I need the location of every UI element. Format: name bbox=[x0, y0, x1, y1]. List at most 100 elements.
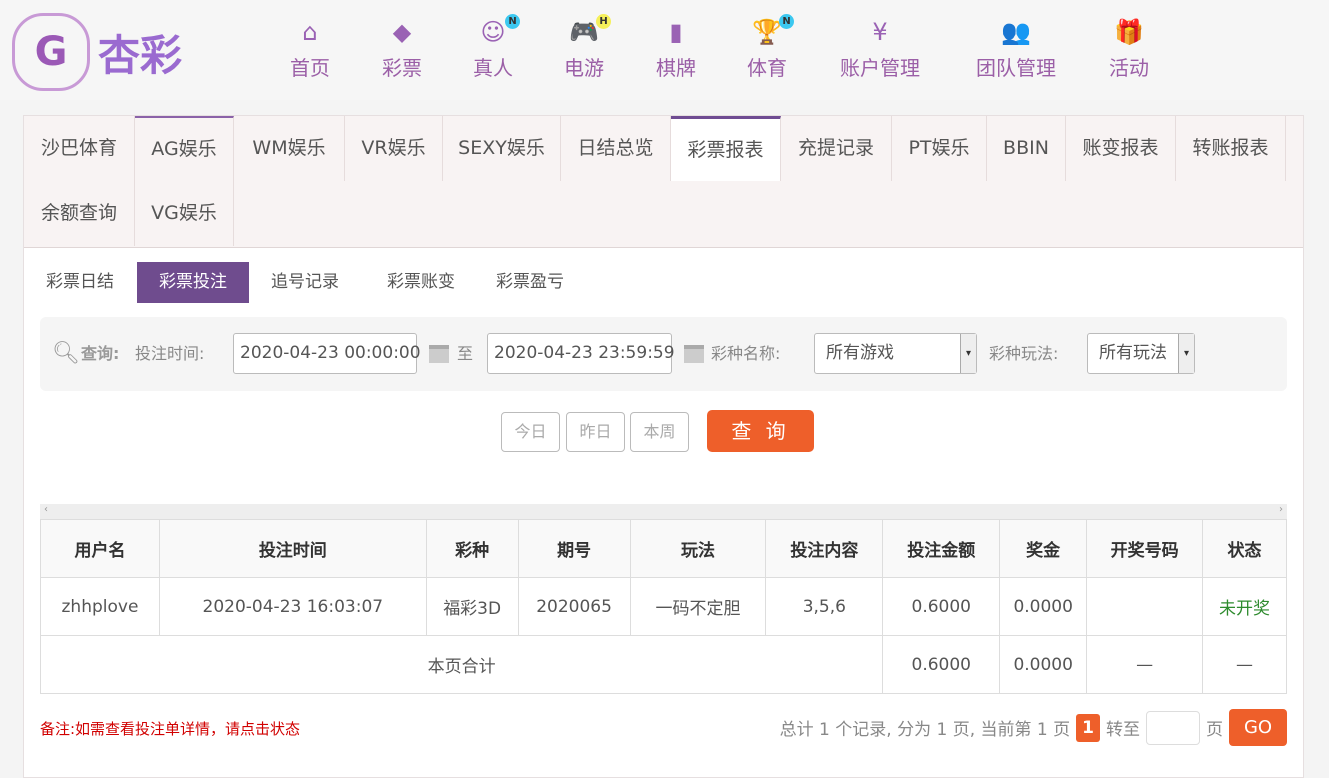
play-label: 彩种玩法: bbox=[989, 344, 1059, 363]
column-header: 用户名 bbox=[40, 519, 160, 578]
total-bonus: 0.0000 bbox=[999, 635, 1088, 694]
lottery-select-value: 所有游戏 bbox=[826, 343, 894, 363]
scroll-left-icon[interactable]: ‹ bbox=[44, 504, 48, 515]
status-link[interactable]: 未开奖 bbox=[1202, 577, 1287, 636]
scroll-right-icon[interactable]: › bbox=[1279, 504, 1283, 515]
chevron-down-icon: ▾ bbox=[1178, 334, 1194, 373]
badge: H bbox=[596, 14, 611, 29]
calendar-icon[interactable] bbox=[429, 345, 449, 363]
logo-text: 杏彩 bbox=[98, 30, 183, 80]
tab[interactable]: 日结总览 bbox=[561, 116, 671, 181]
total-label: 本页合计 bbox=[39, 635, 884, 694]
tab[interactable]: VG娱乐 bbox=[135, 181, 234, 246]
subtab[interactable]: 彩票投注 bbox=[137, 262, 249, 303]
lottery-select[interactable]: 所有游戏 ▾ bbox=[814, 333, 977, 374]
subtab[interactable]: 追号记录 bbox=[254, 262, 356, 303]
search-icon: 🔍︎ bbox=[52, 341, 80, 366]
current-page[interactable]: 1 bbox=[1076, 713, 1100, 742]
search-button[interactable]: 查 询 bbox=[707, 410, 814, 452]
column-header: 投注时间 bbox=[158, 519, 427, 578]
time-label: 投注时间: bbox=[135, 344, 205, 363]
report-tabs: 沙巴体育 AG娱乐 WM娱乐 VR娱乐 SEXY娱乐 日结总览 彩票报表 充提记录 PT娱乐 BB… bbox=[24, 116, 1303, 248]
filter-bar: 🔍︎ 查询: 投注时间: 2020-04-23 00:00:00 至 2020-… bbox=[40, 317, 1287, 391]
ticket-icon: ◆ bbox=[392, 18, 412, 46]
horizontal-scrollbar[interactable]: ‹ › bbox=[40, 504, 1287, 520]
nav-label: 彩票 bbox=[382, 56, 422, 80]
tab[interactable]: SEXY娱乐 bbox=[443, 116, 561, 181]
tab[interactable]: BBIN bbox=[987, 116, 1066, 181]
column-header: 奖金 bbox=[999, 519, 1088, 578]
nav-label: 棋牌 bbox=[656, 56, 696, 80]
nav-label: 活动 bbox=[1109, 56, 1149, 80]
subtab[interactable]: 彩票账变 bbox=[366, 262, 476, 303]
nav-item[interactable]: 🎮 H 电游 bbox=[564, 14, 611, 81]
live-dealer-icon: ☺ N bbox=[478, 14, 520, 46]
total-row: 本页合计 0.6000 0.0000— — bbox=[39, 635, 1287, 694]
nav-label: 团队管理 bbox=[976, 56, 1056, 80]
play-select[interactable]: 所有玩法 ▾ bbox=[1087, 333, 1195, 374]
page-input[interactable] bbox=[1146, 710, 1200, 745]
content-panel: 沙巴体育 AG娱乐 WM娱乐 VR娱乐 SEXY娱乐 日结总览 彩票报表 充提记录 PT娱乐 BB… bbox=[23, 115, 1304, 778]
tab[interactable]: 转账报表 bbox=[1176, 116, 1286, 181]
tab[interactable]: 充提记录 bbox=[781, 116, 892, 181]
badge: N bbox=[779, 14, 794, 29]
tab[interactable]: AG娱乐 bbox=[135, 116, 234, 181]
table-cell: zhhplove bbox=[40, 577, 160, 636]
nav-item[interactable]: ¥ 账户管理 bbox=[840, 18, 920, 81]
table-cell: 一码不定胆 bbox=[629, 577, 767, 636]
tab[interactable]: 彩票报表 bbox=[671, 116, 781, 181]
logo[interactable]: G 杏彩 bbox=[12, 12, 212, 92]
today-button[interactable]: 今日 bbox=[501, 412, 560, 452]
table-cell: 0.0000 bbox=[999, 577, 1088, 636]
tab[interactable]: WM娱乐 bbox=[234, 116, 345, 181]
column-header: 开奖号码 bbox=[1086, 519, 1204, 578]
go-button[interactable]: GO bbox=[1229, 709, 1287, 746]
tab[interactable]: 余额查询 bbox=[24, 181, 135, 246]
calendar-icon[interactable] bbox=[684, 345, 704, 363]
tab[interactable]: PT娱乐 bbox=[892, 116, 987, 181]
column-header: 期号 bbox=[517, 519, 631, 578]
tab[interactable]: VR娱乐 bbox=[345, 116, 443, 181]
nav-item[interactable]: 🎁 活动 bbox=[1109, 18, 1149, 81]
badge: N bbox=[505, 14, 520, 29]
home-icon: ⌂ bbox=[302, 18, 318, 46]
end-time-input[interactable]: 2020-04-23 23:59:59 bbox=[487, 333, 675, 374]
cards-icon: ▮ bbox=[669, 18, 683, 46]
gift-icon: 🎁 bbox=[1114, 18, 1144, 46]
yen-coin-icon: ¥ bbox=[872, 18, 888, 46]
table-cell: 2020065 bbox=[517, 577, 631, 636]
nav-item[interactable]: ☺ N 真人 bbox=[473, 14, 520, 81]
play-select-value: 所有玩法 bbox=[1099, 343, 1167, 363]
table-cell: 3,5,6 bbox=[765, 577, 884, 636]
table-cell: 福彩3D bbox=[425, 577, 519, 636]
start-time-input[interactable]: 2020-04-23 00:00:00 bbox=[233, 333, 421, 374]
column-header: 玩法 bbox=[629, 519, 767, 578]
column-header: 投注金额 bbox=[882, 519, 1001, 578]
this-week-button[interactable]: 本周 bbox=[630, 412, 689, 452]
total-numbers: — bbox=[1086, 635, 1204, 694]
nav-item[interactable]: ⌂ 首页 bbox=[290, 18, 330, 81]
pager-summary: 总计 1 个记录, 分为 1 页, 当前第 1 页 bbox=[779, 720, 1071, 740]
nav-item[interactable]: 🏆 N 体育 bbox=[747, 14, 794, 81]
total-status: — bbox=[1202, 635, 1287, 694]
yesterday-button[interactable]: 昨日 bbox=[566, 412, 625, 452]
column-header: 投注内容 bbox=[765, 519, 884, 578]
subtab[interactable]: 彩票日结 bbox=[34, 262, 126, 303]
pagination: 总计 1 个记录, 分为 1 页, 当前第 1 页 1 转至 页 GO bbox=[780, 709, 1287, 746]
tab[interactable]: 账变报表 bbox=[1066, 116, 1176, 181]
nav-item[interactable]: ▮ 棋牌 bbox=[656, 18, 696, 81]
bet-table: 用户名 投注时间 彩种 期号 玩法 投注内容 投注金额 奖金 开奖号码 状态 zhhplove 20… bbox=[39, 519, 1287, 694]
column-header: 状态 bbox=[1202, 519, 1287, 578]
table-cell: 2020-04-23 16:03:07 bbox=[158, 577, 427, 636]
nav-item[interactable]: ◆ 彩票 bbox=[382, 18, 422, 81]
table-cell: 0.6000 bbox=[882, 577, 1001, 636]
to-label: 至 bbox=[457, 344, 474, 363]
nav-label: 首页 bbox=[290, 56, 330, 80]
logo-emblem-icon: G bbox=[12, 13, 90, 91]
tab[interactable]: 沙巴体育 bbox=[24, 116, 135, 181]
gamepad-icon: 🎮 H bbox=[569, 14, 611, 46]
nav-item[interactable]: 👥 团队管理 bbox=[976, 18, 1056, 81]
subtab[interactable]: 彩票盈亏 bbox=[480, 262, 580, 303]
chevron-down-icon: ▾ bbox=[960, 334, 976, 373]
nav-label: 账户管理 bbox=[840, 56, 920, 80]
